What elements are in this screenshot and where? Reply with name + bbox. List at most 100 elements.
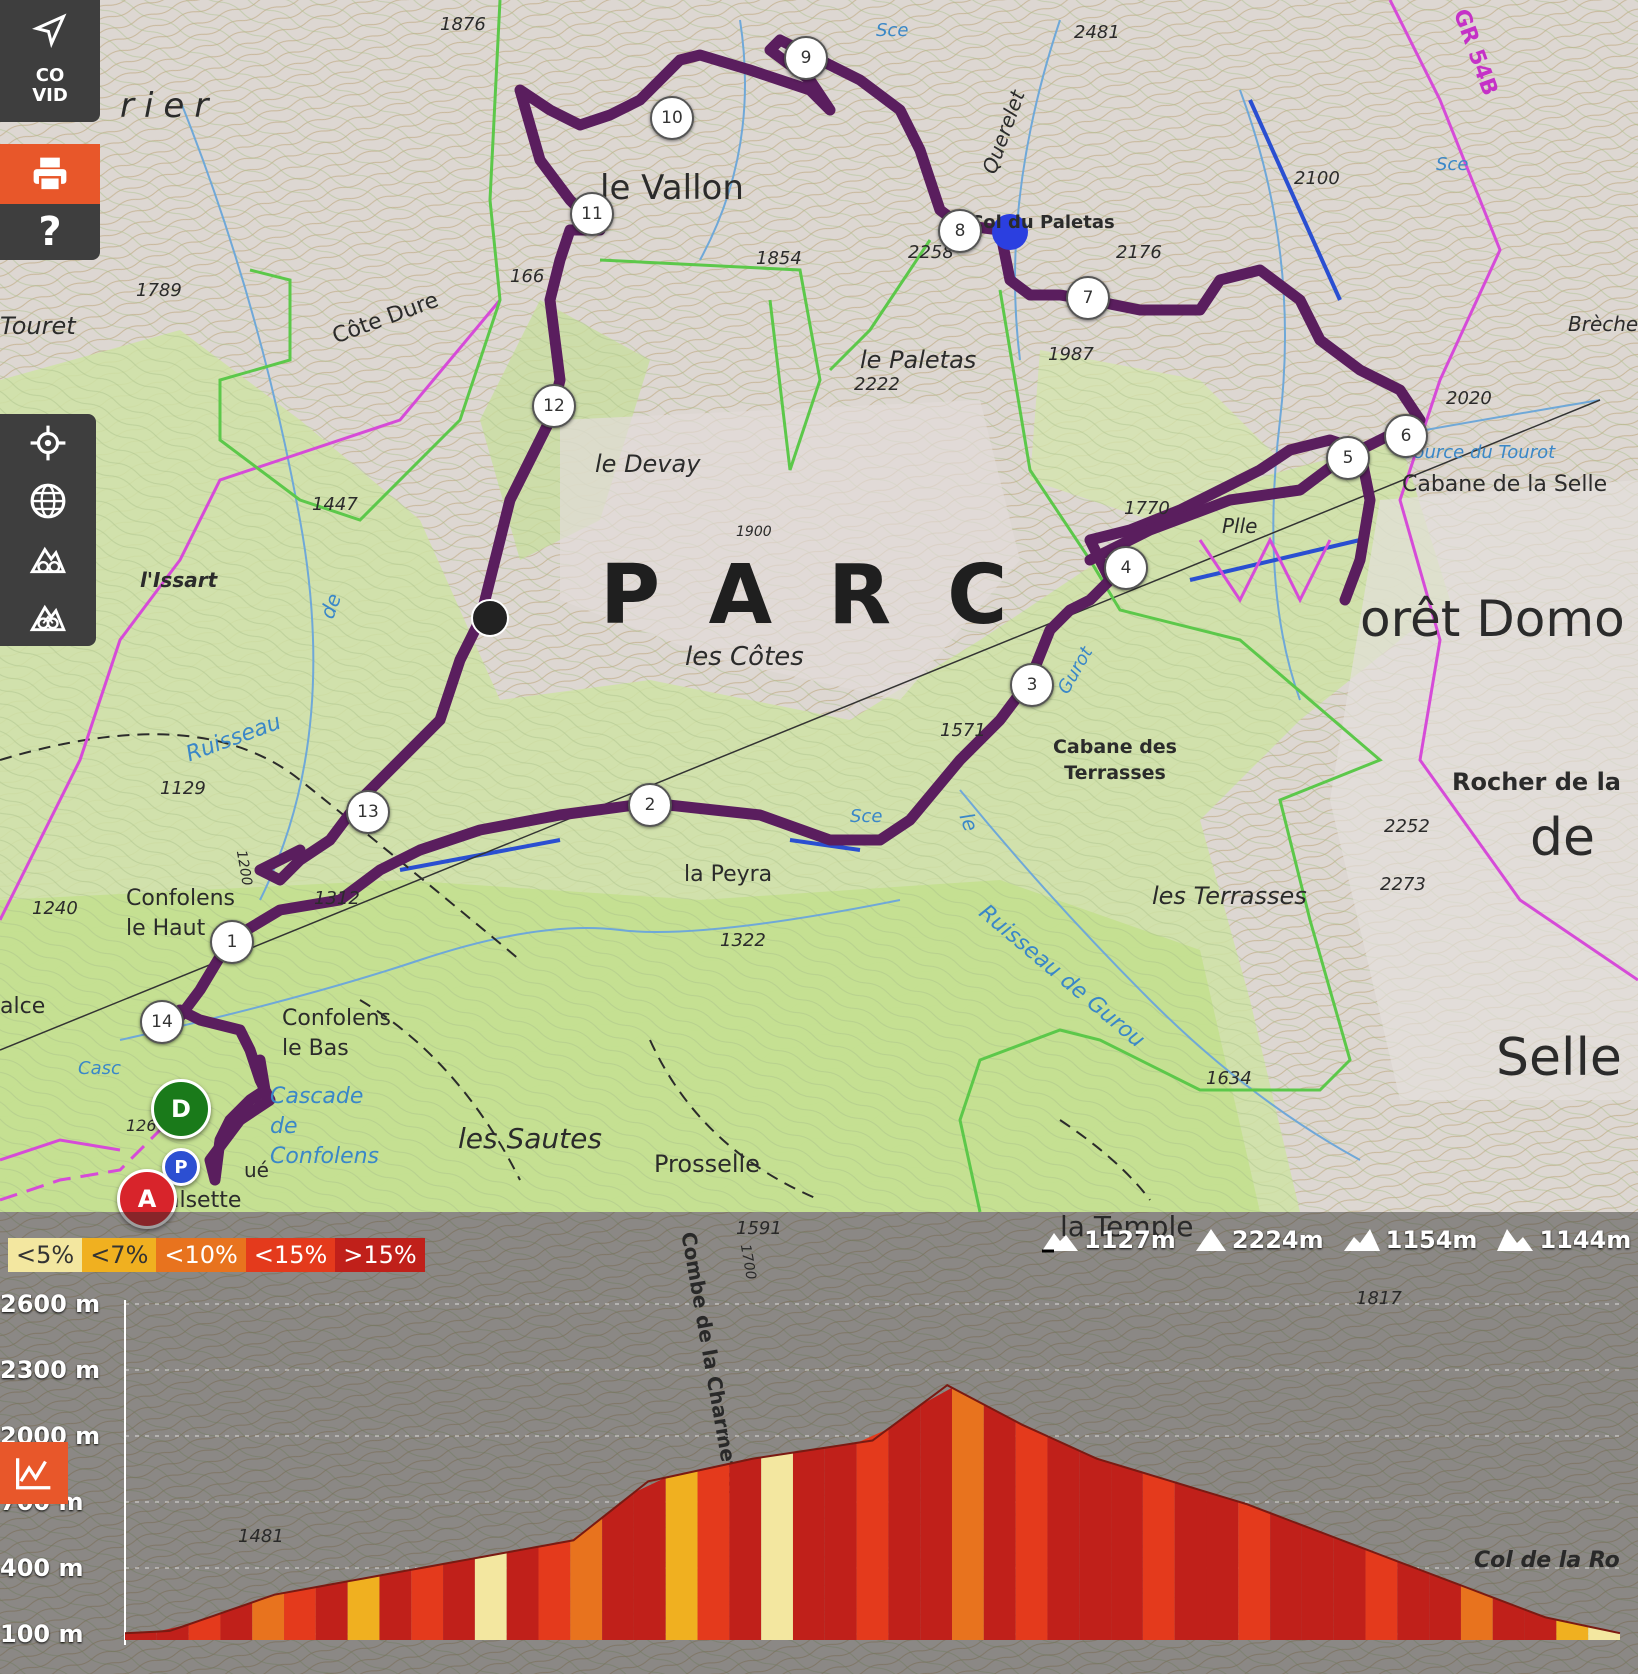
legend-lt10: <10% bbox=[156, 1238, 246, 1272]
waypoint-4[interactable]: 4 bbox=[1104, 546, 1148, 590]
elevation-label: 2100 bbox=[1294, 168, 1340, 189]
toggle-profile-button[interactable] bbox=[0, 1442, 68, 1504]
legend-gt15: >15% bbox=[335, 1238, 425, 1272]
map-label-les-cotes: les Côtes bbox=[685, 642, 804, 672]
elevation-label: 1900 bbox=[736, 524, 772, 540]
map-label-cabane-terrasses: Cabane des Terrasses bbox=[1052, 736, 1177, 784]
elevation-label: 2176 bbox=[1116, 242, 1162, 263]
map-label-alce: alce bbox=[0, 994, 46, 1019]
map-label-paletas: le Paletas bbox=[860, 346, 977, 374]
waypoint-1[interactable]: 1 bbox=[210, 920, 254, 964]
elevation-label: 1876 bbox=[440, 14, 486, 35]
map-label-les-sautes: les Sautes bbox=[458, 1122, 602, 1155]
toolbar-top: CO VID bbox=[0, 0, 100, 122]
elevation-label: 1854 bbox=[756, 248, 802, 269]
y-axis-label: 100 m bbox=[0, 1620, 84, 1648]
chart-icon bbox=[15, 1458, 51, 1490]
help-button[interactable]: ? bbox=[0, 204, 100, 260]
elevation-gain-stat: 1154m bbox=[1342, 1226, 1478, 1254]
elevation-label: 1770 bbox=[1124, 498, 1170, 519]
elevation-label: 1634 bbox=[1206, 1068, 1252, 1089]
elevation-label: 1447 bbox=[312, 494, 358, 515]
waypoint-8[interactable]: 8 bbox=[938, 209, 982, 253]
waypoint-11[interactable]: 11 bbox=[570, 192, 614, 236]
slope-legend: <5% <7% <10% <15% >15% bbox=[8, 1238, 425, 1272]
map-label-cascade: Cascade de Confolens bbox=[270, 1084, 380, 1169]
map-label-prosselle: Prosselle bbox=[654, 1150, 760, 1178]
min-altitude-stat: 1127m bbox=[1040, 1226, 1176, 1254]
globe-icon bbox=[30, 483, 66, 519]
waypoint-3[interactable]: 3 bbox=[1010, 663, 1054, 707]
legend-lt7: <7% bbox=[82, 1238, 157, 1272]
start-pin[interactable]: D bbox=[151, 1079, 211, 1139]
waypoint-14[interactable]: 14 bbox=[140, 1000, 184, 1044]
map-label-la-peyra: la Peyra bbox=[684, 862, 773, 887]
toolbar-print-help: ? bbox=[0, 144, 100, 260]
waypoint-10[interactable]: 10 bbox=[650, 96, 694, 140]
elevation-label: 1322 bbox=[720, 930, 766, 951]
elevation-label: 1312 bbox=[314, 888, 360, 909]
elevation-stats: 1127m 2224m 1154m 1144m bbox=[1040, 1226, 1631, 1254]
mountain-bike-alt-icon bbox=[29, 604, 66, 632]
map-label-les-terrasses: les Terrasses bbox=[1152, 882, 1307, 910]
elevation-loss-stat: 1144m bbox=[1495, 1226, 1631, 1254]
elevation-label: 166 bbox=[510, 266, 545, 287]
navigate-button[interactable] bbox=[0, 0, 100, 60]
elevation-profile-panel bbox=[0, 1212, 1638, 1674]
elevation-label: 2222 bbox=[854, 374, 900, 395]
map-label-de: de bbox=[1530, 808, 1595, 868]
map-label-foret: orêt Domo bbox=[1360, 590, 1625, 648]
y-axis-label: 2600 m bbox=[0, 1290, 101, 1318]
layers-button[interactable] bbox=[0, 474, 96, 528]
max-altitude-stat: 2224m bbox=[1194, 1226, 1324, 1254]
map-label-confolens-haut: Confolens le Haut bbox=[126, 886, 236, 941]
covid-button[interactable]: CO VID bbox=[20, 60, 80, 112]
elevation-label: 1571 bbox=[940, 720, 986, 741]
elevation-label: 2020 bbox=[1446, 388, 1492, 409]
print-button[interactable] bbox=[0, 144, 100, 204]
map-label-sce-1: Sce bbox=[876, 20, 909, 41]
waypoint-6[interactable]: 6 bbox=[1384, 414, 1428, 458]
legend-lt15: <15% bbox=[245, 1238, 336, 1272]
elevation-label: 1240 bbox=[32, 898, 78, 919]
waypoint-2[interactable]: 2 bbox=[628, 783, 672, 827]
map-label-touret: Touret bbox=[0, 312, 76, 340]
map-label-devay: le Devay bbox=[595, 450, 701, 478]
map-label-alsette: alsette bbox=[166, 1188, 242, 1213]
elevation-gain-value: 1154m bbox=[1385, 1226, 1478, 1254]
map-label-rier: rier bbox=[120, 86, 219, 126]
map-label-issart: l'Issart bbox=[140, 568, 218, 592]
waypoint-5[interactable]: 5 bbox=[1326, 436, 1370, 480]
waypoint-12[interactable]: 12 bbox=[532, 384, 576, 428]
crosshair-icon bbox=[30, 425, 66, 461]
map-label-sce-3: Sce bbox=[850, 806, 883, 827]
map-label-plle: Plle bbox=[1222, 514, 1258, 538]
printer-icon bbox=[33, 157, 67, 192]
elevation-loss-value: 1144m bbox=[1539, 1226, 1632, 1254]
map-label-cabane-selle: Cabane de la Selle bbox=[1402, 472, 1608, 497]
toolbar-layers bbox=[0, 414, 96, 646]
elevation-label: 2481 bbox=[1074, 22, 1120, 43]
min-altitude-value: 1127m bbox=[1084, 1226, 1176, 1254]
elevation-label: 1129 bbox=[160, 778, 206, 799]
waypoint-7[interactable]: 7 bbox=[1066, 276, 1110, 320]
min-altitude-icon bbox=[1042, 1233, 1078, 1253]
waypoint-9[interactable]: 9 bbox=[784, 36, 828, 80]
map-label-casc: Casc bbox=[78, 1058, 121, 1079]
map-label-ue: ué bbox=[244, 1158, 269, 1182]
elevation-loss-icon bbox=[1497, 1229, 1534, 1251]
map-label-selle: Selle bbox=[1496, 1028, 1622, 1088]
elevation-label: 2252 bbox=[1384, 816, 1430, 837]
waypoint-13[interactable]: 13 bbox=[346, 790, 390, 834]
max-altitude-icon bbox=[1195, 1229, 1226, 1251]
map-label-confolens-bas: Confolens le Bas bbox=[282, 1006, 392, 1061]
legend-lt5: <5% bbox=[8, 1238, 83, 1272]
bike-mode-button[interactable] bbox=[0, 532, 96, 586]
y-axis-label: 2300 m bbox=[0, 1356, 101, 1384]
locate-button[interactable] bbox=[0, 416, 96, 470]
elevation-label: 1789 bbox=[136, 280, 182, 301]
navigation-arrow-icon bbox=[32, 13, 67, 48]
map-label-park: PARC bbox=[600, 548, 1064, 643]
y-axis-label: 400 m bbox=[0, 1554, 84, 1582]
bike-route-button[interactable] bbox=[0, 590, 96, 644]
